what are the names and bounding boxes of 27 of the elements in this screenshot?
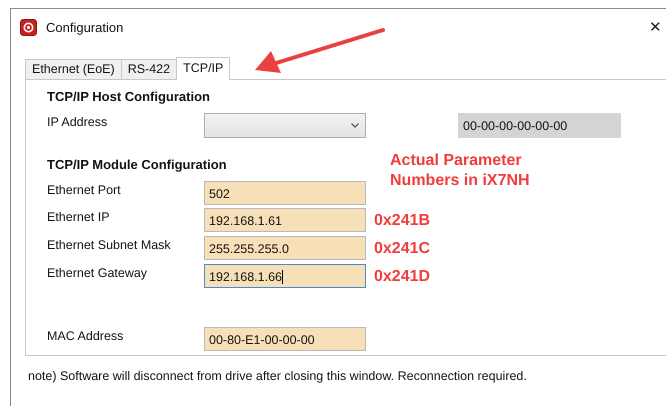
note-text: note) Software will disconnect from drive after closing this window. Reconnection required.	[28, 369, 528, 383]
field-label: Ethernet IP	[47, 209, 111, 226]
parameter-code: 0x241B	[374, 212, 432, 231]
field-label: Ethernet Port	[47, 182, 122, 199]
section-heading: TCP/IP Module Configuration	[47, 158, 228, 171]
tab[interactable]: Ethernet (EoE)	[25, 59, 122, 79]
input-field[interactable]: 192.168.1.61	[204, 208, 366, 232]
input-field[interactable]: 502	[204, 181, 366, 205]
input-field[interactable]: 00-80-E1-00-00-00	[204, 327, 366, 351]
app-icon	[20, 18, 37, 36]
field-label: MAC Address	[47, 328, 124, 343]
chevron-icon	[351, 123, 359, 128]
readonly-field: 00-00-00-00-00-00	[458, 113, 621, 138]
annotation-text: Actual Parameter Numbers in iX7NH	[390, 151, 531, 191]
window-title: Configuration	[46, 20, 124, 34]
input-field[interactable]: 192.168.1.66	[204, 264, 366, 288]
parameter-code: 0x241C	[374, 240, 432, 259]
parameter-code: 0x241D	[374, 268, 432, 287]
tab[interactable]: TCP/IP	[176, 57, 230, 80]
field-label: IP Address	[47, 114, 108, 131]
input-field[interactable]: 255.255.255.0	[204, 236, 366, 260]
field-label: Ethernet Gateway	[47, 265, 148, 282]
field-label: Ethernet Subnet Mask	[47, 237, 172, 254]
section-heading: TCP/IP Host Configuration	[47, 90, 211, 103]
close-button[interactable]: ✕	[647, 18, 664, 36]
tab[interactable]: RS-422	[120, 59, 178, 79]
dropdown[interactable]	[204, 113, 366, 138]
